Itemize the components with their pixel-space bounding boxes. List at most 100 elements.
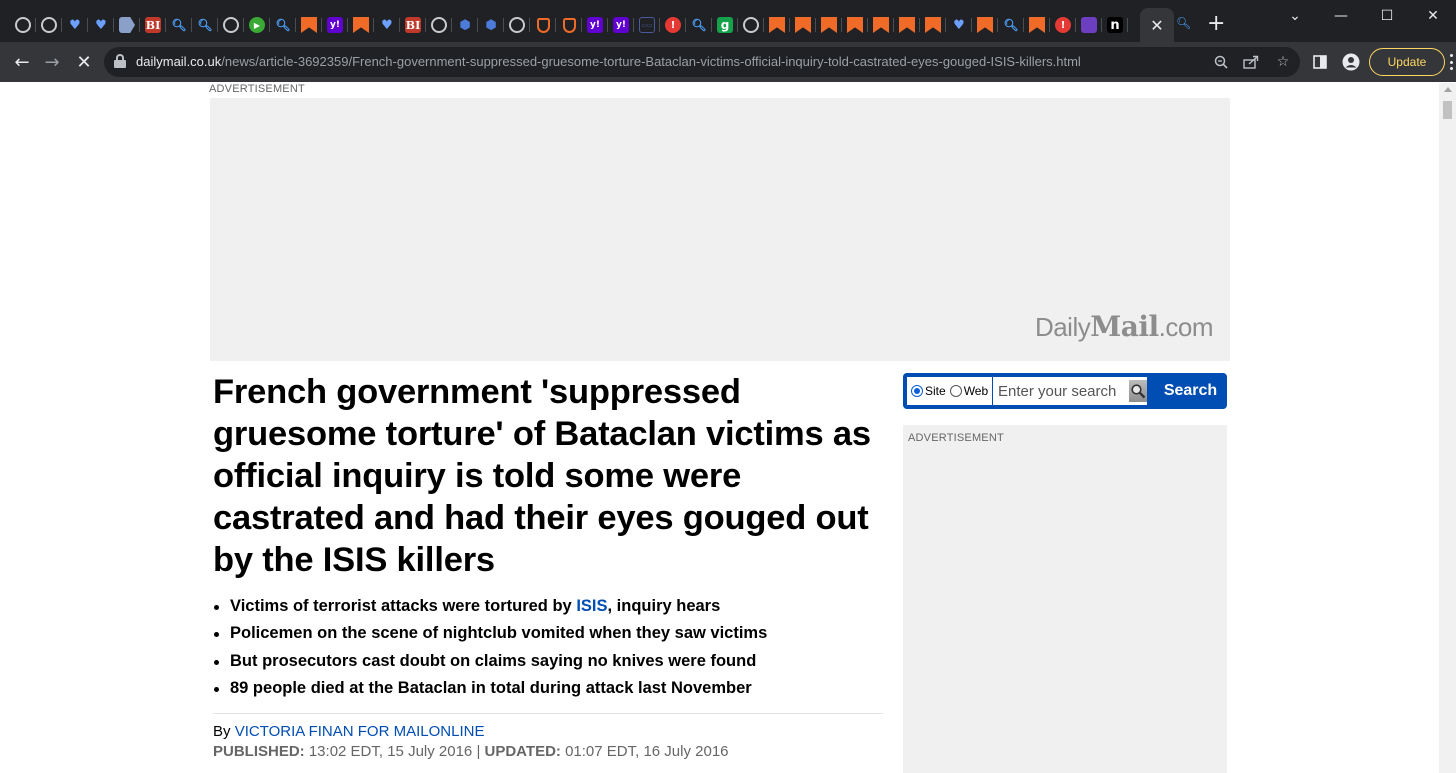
browser-tab[interactable]: y! (582, 10, 608, 40)
browser-tab[interactable] (868, 10, 894, 40)
browser-tab[interactable] (972, 10, 998, 40)
browser-tab[interactable] (1076, 10, 1102, 40)
shield-favicon-icon: ♥ (69, 17, 81, 33)
address-bar[interactable]: dailymail.co.uk/news/article-3692359/Fre… (104, 47, 1300, 77)
globe-favicon-icon (743, 17, 759, 33)
close-window-button[interactable]: ✕ (1410, 0, 1456, 32)
browser-tab[interactable] (504, 10, 530, 40)
top-ad-label: ADVERTISEMENT (209, 83, 305, 95)
orangeshield-favicon-icon (562, 17, 576, 33)
browser-tab[interactable] (816, 10, 842, 40)
browser-tab[interactable]: y! (322, 10, 348, 40)
browser-tab[interactable]: ♥ (88, 10, 114, 40)
active-tab[interactable]: ✕ (1140, 8, 1174, 42)
browser-menu-icon[interactable] (1450, 54, 1454, 70)
site-radio-label: Site (925, 384, 946, 398)
url-text[interactable]: dailymail.co.uk/news/article-3692359/Fre… (136, 54, 1081, 69)
browser-tab[interactable]: y! (608, 10, 634, 40)
browser-tab[interactable]: ⬢ (452, 10, 478, 40)
globe-favicon-icon (509, 17, 525, 33)
browser-tab[interactable] (348, 10, 374, 40)
browser-tab[interactable]: ♥ (62, 10, 88, 40)
browser-tab[interactable]: 🔍︎ (270, 10, 296, 40)
scroll-up-arrow-icon[interactable] (1444, 87, 1452, 92)
close-tab-icon[interactable]: ✕ (1150, 16, 1163, 35)
browser-tab[interactable] (1024, 10, 1050, 40)
bookmark-star-icon[interactable]: ☆ (1273, 52, 1293, 72)
cube-favicon-icon: ⬢ (485, 17, 497, 33)
globe-favicon-icon (223, 17, 239, 33)
browser-tab[interactable] (426, 10, 452, 40)
browser-tab[interactable] (790, 10, 816, 40)
browser-tab[interactable] (738, 10, 764, 40)
bi-favicon-icon: BI (405, 17, 421, 33)
browser-tab[interactable] (218, 10, 244, 40)
browser-tab[interactable] (530, 10, 556, 40)
browser-tab[interactable] (114, 10, 140, 40)
browser-tab[interactable]: ♥ (374, 10, 400, 40)
yahoo-favicon-icon: y! (327, 17, 343, 33)
browser-tab[interactable]: ▶ (244, 10, 270, 40)
magnifier-icon[interactable] (1128, 380, 1147, 402)
browser-tab[interactable]: ⬢ (478, 10, 504, 40)
bookmark-favicon-icon (1029, 17, 1045, 33)
share-icon[interactable] (1241, 52, 1261, 72)
search-tab-icon[interactable]: 🔍︎ (1176, 16, 1191, 30)
forward-arrow-icon[interactable]: → (40, 50, 64, 74)
browser-chrome: ♥ ♥ BI 🔍︎ 🔍︎ ▶ 🔍︎ y! ♥ BI ⬢ ⬢ y! y! ▭▭! 🔍︎ g ♥ 🔍︎! n ✕ 🔍︎ +… (0, 0, 1456, 82)
site-radio-button[interactable] (911, 385, 923, 397)
mail-favicon-icon (1081, 17, 1097, 33)
page-content: ADVERTISEMENT DailyMail.com French gover… (0, 83, 1439, 773)
browser-tab[interactable] (894, 10, 920, 40)
search-input[interactable] (997, 378, 1126, 404)
browser-tab[interactable]: ! (1050, 10, 1076, 40)
bookmark-favicon-icon (925, 17, 941, 33)
author-link[interactable]: VICTORIA FINAN FOR MAILONLINE (235, 723, 485, 740)
browser-tab[interactable] (842, 10, 868, 40)
browser-tab[interactable]: ! (660, 10, 686, 40)
sidebar-advertisement[interactable]: ADVERTISEMENT (903, 425, 1227, 773)
browser-tab[interactable] (556, 10, 582, 40)
page-scrollbar[interactable] (1439, 83, 1456, 773)
web-radio-button[interactable] (949, 385, 962, 397)
browser-tab[interactable]: BI (140, 10, 166, 40)
browser-tab[interactable]: 🔍︎ (192, 10, 218, 40)
redpin-favicon-icon: ! (665, 17, 681, 33)
new-tab-button[interactable]: + (1207, 13, 1225, 35)
redpin-favicon-icon: ! (1055, 17, 1071, 33)
web-radio-option[interactable]: Web (946, 384, 988, 398)
bookmark-favicon-icon (821, 17, 837, 33)
back-arrow-icon[interactable]: ← (10, 50, 34, 74)
site-radio-option[interactable]: Site (907, 384, 946, 398)
browser-tab[interactable]: 🔍︎ (166, 10, 192, 40)
zoom-icon[interactable] (1211, 52, 1231, 72)
profile-avatar-icon[interactable] (1340, 51, 1362, 73)
browser-tab[interactable]: BI (400, 10, 426, 40)
lock-icon[interactable] (114, 54, 126, 68)
browser-tab[interactable] (764, 10, 790, 40)
stop-loading-icon[interactable]: ✕ (72, 50, 96, 74)
browser-tab[interactable]: ♥ (946, 10, 972, 40)
scroll-thumb[interactable] (1443, 101, 1452, 119)
browser-tab[interactable]: ▭▭ (634, 10, 660, 40)
side-panel-icon[interactable] (1309, 51, 1331, 73)
browser-tab[interactable]: 🔍︎ (998, 10, 1024, 40)
isis-link[interactable]: ISIS (576, 597, 607, 615)
minimize-button[interactable]: — (1318, 0, 1364, 32)
top-advertisement[interactable]: DailyMail.com (210, 98, 1230, 361)
browser-tab[interactable] (10, 10, 36, 40)
yahoo-favicon-icon: y! (587, 17, 603, 33)
browser-tab[interactable]: 🔍︎ (686, 10, 712, 40)
tab-search-chevron-icon[interactable]: ⌄ (1272, 0, 1318, 32)
browser-tab[interactable] (36, 10, 62, 40)
maximize-button[interactable]: ☐ (1364, 0, 1410, 32)
updated-date: 01:07 EDT, 16 July 2016 (560, 743, 729, 760)
update-button[interactable]: Update (1369, 48, 1445, 76)
tab-strip: ♥ ♥ BI 🔍︎ 🔍︎ ▶ 🔍︎ y! ♥ BI ⬢ ⬢ y! y! ▭▭! 🔍︎ g ♥ 🔍︎! n ✕ 🔍︎ +… (0, 0, 1456, 42)
browser-tab[interactable]: g (712, 10, 738, 40)
browser-tab[interactable]: n (1102, 10, 1128, 40)
search-button[interactable]: Search (1154, 373, 1227, 409)
browser-tab[interactable] (920, 10, 946, 40)
browser-tab[interactable] (296, 10, 322, 40)
site-search-form: Site Web Search (903, 373, 1227, 409)
